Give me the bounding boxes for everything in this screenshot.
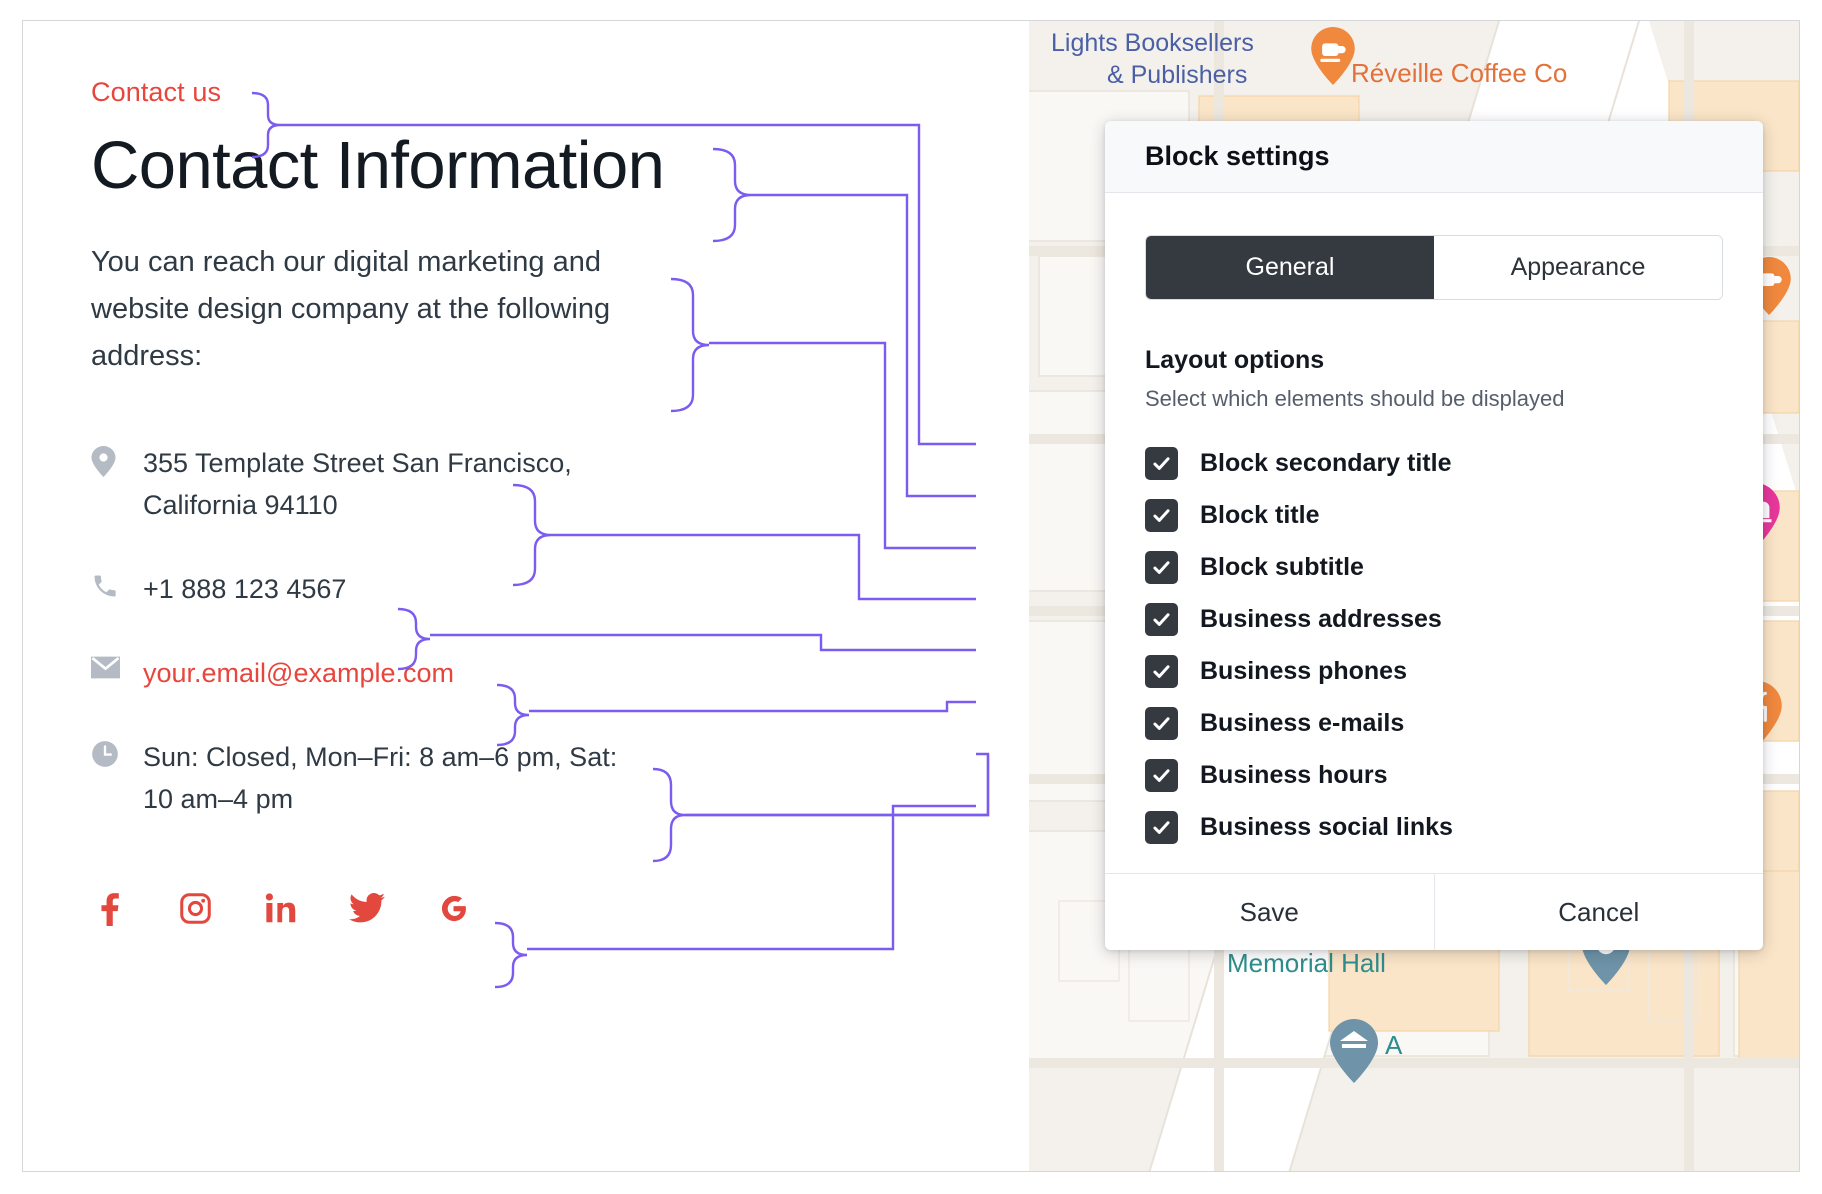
- block-title: Contact Information: [91, 128, 665, 204]
- option-label: Business addresses: [1200, 604, 1442, 633]
- checkbox-checked-icon[interactable]: [1145, 706, 1178, 740]
- business-hours-text: Sun: Closed, Mon–Fri: 8 am–6 pm, Sat: 10…: [143, 742, 618, 815]
- business-phone-text: +1 888 123 4567: [143, 573, 347, 604]
- page-frame: Lights Booksellers & Publishers Réveille…: [22, 20, 1800, 1172]
- screenshot-root: Lights Booksellers & Publishers Réveille…: [0, 0, 1822, 1194]
- google-icon[interactable]: [435, 890, 471, 926]
- block-secondary-title: Contact us: [91, 77, 222, 107]
- checkbox-checked-icon[interactable]: [1145, 654, 1178, 688]
- linkedin-icon[interactable]: [263, 890, 299, 926]
- coffee-pin[interactable]: [1311, 27, 1355, 90]
- connector-title-line: [751, 193, 976, 498]
- option-row[interactable]: Block title: [1145, 489, 1723, 541]
- map-label: Memorial Hall: [1227, 948, 1386, 978]
- option-label: Block secondary title: [1200, 448, 1452, 477]
- envelope-icon: [91, 652, 131, 686]
- option-row[interactable]: Business hours: [1145, 749, 1723, 801]
- panel-body: General Appearance Layout options Select…: [1105, 193, 1763, 873]
- museum-pin[interactable]: [1329, 1019, 1379, 1088]
- contact-block: Contact us Contact Information You can r…: [91, 76, 751, 927]
- option-row[interactable]: Business e-mails: [1145, 697, 1723, 749]
- option-label: Business social links: [1200, 812, 1453, 841]
- option-row[interactable]: Business addresses: [1145, 593, 1723, 645]
- business-social-links: [91, 890, 751, 927]
- twitter-icon[interactable]: [349, 890, 385, 926]
- business-hours-row: Sun: Closed, Mon–Fri: 8 am–6 pm, Sat: 10…: [91, 736, 751, 820]
- layout-options-list: Block secondary title Block title Block …: [1145, 437, 1723, 853]
- map-label: Lights Booksellers: [1051, 29, 1254, 57]
- option-label: Block subtitle: [1200, 552, 1364, 581]
- business-phone-row: +1 888 123 4567: [91, 568, 751, 610]
- checkbox-checked-icon[interactable]: [1145, 550, 1178, 584]
- clock-icon: [91, 736, 131, 770]
- save-button[interactable]: Save: [1105, 874, 1434, 950]
- option-row[interactable]: Business social links: [1145, 801, 1723, 853]
- map-pin-icon: [91, 442, 131, 477]
- map-label: A: [1385, 1030, 1403, 1060]
- checkbox-checked-icon[interactable]: [1145, 498, 1178, 532]
- map-label: & Publishers: [1107, 61, 1248, 89]
- instagram-icon[interactable]: [177, 890, 213, 926]
- option-row[interactable]: Business phones: [1145, 645, 1723, 697]
- facebook-icon[interactable]: [91, 890, 127, 927]
- panel-title: Block settings: [1145, 141, 1330, 171]
- business-address-row: 355 Template Street San Francisco, Calif…: [91, 442, 751, 526]
- panel-footer: Save Cancel: [1105, 873, 1763, 950]
- connector-social: [494, 921, 528, 989]
- option-row[interactable]: Block subtitle: [1145, 541, 1723, 593]
- checkbox-checked-icon[interactable]: [1145, 446, 1178, 480]
- checkbox-checked-icon[interactable]: [1145, 602, 1178, 636]
- layout-options-title: Layout options: [1145, 346, 1325, 374]
- checkbox-checked-icon[interactable]: [1145, 758, 1178, 792]
- phone-icon: [91, 568, 131, 602]
- tab-appearance[interactable]: Appearance: [1434, 236, 1722, 299]
- block-settings-panel[interactable]: Block settings General Appearance Layout…: [1105, 121, 1763, 950]
- business-address-text: 355 Template Street San Francisco, Calif…: [143, 447, 572, 520]
- business-info-list: 355 Template Street San Francisco, Calif…: [91, 442, 751, 821]
- panel-header: Block settings: [1105, 121, 1763, 193]
- option-label: Business e-mails: [1200, 708, 1405, 737]
- business-email-link[interactable]: your.email@example.com: [143, 652, 454, 694]
- business-email-row: your.email@example.com: [91, 652, 751, 694]
- layout-options-subtitle: Select which elements should be displaye…: [1145, 386, 1565, 411]
- option-label: Business hours: [1200, 760, 1388, 789]
- cancel-button[interactable]: Cancel: [1433, 874, 1763, 950]
- checkbox-checked-icon[interactable]: [1145, 810, 1178, 844]
- block-subtitle: You can reach our digital marketing and …: [91, 245, 611, 372]
- option-label: Business phones: [1200, 656, 1407, 685]
- tab-general[interactable]: General: [1146, 236, 1434, 299]
- option-row[interactable]: Block secondary title: [1145, 437, 1723, 489]
- map-label: Réveille Coffee Co: [1351, 58, 1568, 88]
- panel-tabs: General Appearance: [1145, 235, 1723, 300]
- option-label: Block title: [1200, 500, 1320, 529]
